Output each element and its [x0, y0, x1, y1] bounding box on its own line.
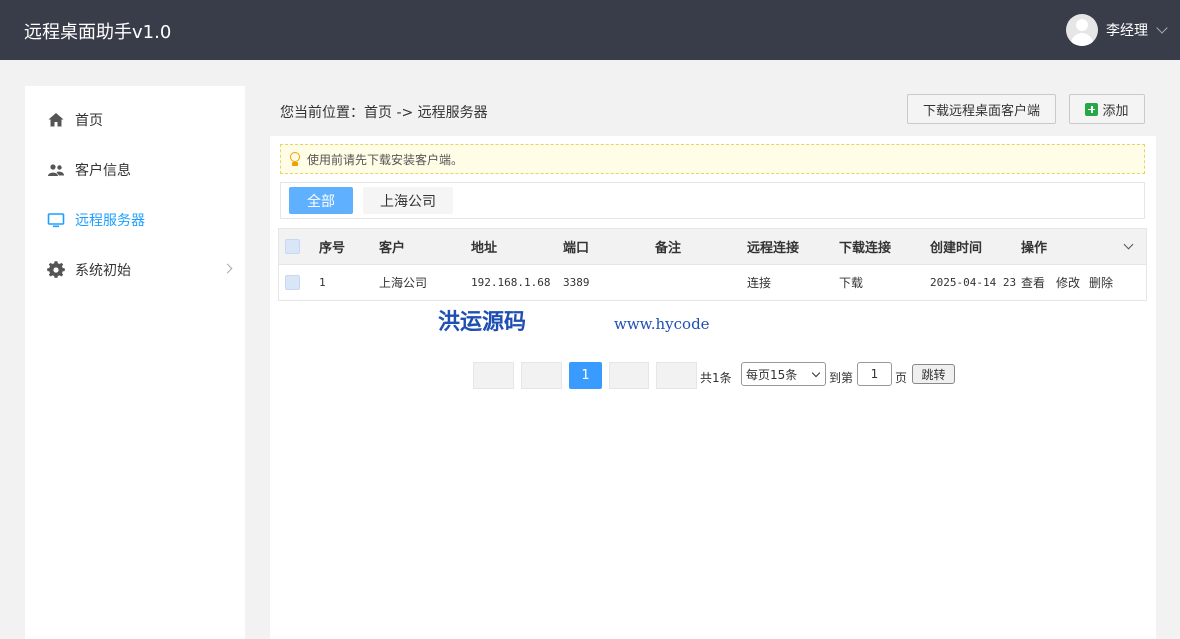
cell-address-link[interactable]: 192.168.1.68 [471, 265, 550, 300]
chevron-down-icon[interactable] [1123, 239, 1134, 250]
main-area: 您当前位置：首页 -> 远程服务器 下载远程桌面客户端 添加 使用前请先下载安装… [270, 86, 1156, 639]
monitor-icon [47, 213, 65, 228]
first-page-button[interactable] [473, 362, 514, 389]
chevron-right-icon [222, 263, 233, 274]
sidebar-item-customers[interactable]: 客户信息 [25, 145, 245, 195]
cell-index: 1 [319, 276, 326, 289]
view-link[interactable]: 查看 [1021, 265, 1045, 300]
lightbulb-icon [289, 151, 301, 167]
current-page[interactable]: 1 [569, 362, 602, 389]
column-header[interactable]: 下载连接 [839, 229, 891, 264]
column-header[interactable]: 创建时间 [930, 229, 982, 264]
download-link[interactable]: 下载 [839, 265, 863, 300]
notice-text: 使用前请先下载安装客户端。 [307, 152, 464, 167]
content-panel: 使用前请先下载安装客户端。 全部 上海公司 序号 客户 地址 端口 备注 远程连… [270, 136, 1156, 639]
user-menu[interactable]: 李经理 [1066, 14, 1168, 46]
edit-link[interactable]: 修改 [1056, 265, 1080, 300]
notice-bar: 使用前请先下载安装客户端。 [280, 144, 1145, 174]
column-header[interactable]: 客户 [379, 229, 405, 264]
row-checkbox[interactable] [285, 275, 300, 290]
watermark-text: 洪运源码 [438, 309, 527, 335]
total-count: 共1条 [700, 371, 732, 385]
cell-customer: 上海公司 [379, 276, 428, 290]
column-header[interactable]: 操作 [1021, 229, 1047, 264]
download-client-button[interactable]: 下载远程桌面客户端 [907, 94, 1056, 124]
app-title: 远程桌面助手v1.0 [24, 22, 172, 43]
column-header[interactable]: 远程连接 [747, 229, 799, 264]
sidebar-item-label: 首页 [75, 113, 103, 129]
sidebar-item-remote-servers[interactable]: 远程服务器 [25, 195, 245, 245]
column-header[interactable]: 备注 [655, 229, 681, 264]
add-button[interactable]: 添加 [1069, 94, 1145, 124]
servers-table: 序号 客户 地址 端口 备注 远程连接 下载连接 创建时间 操作 1 上海公司 … [278, 228, 1147, 301]
sidebar: 首页 客户信息 远程服务器 系统初始 [25, 86, 245, 639]
row-select-cell [285, 265, 300, 300]
prev-page-button[interactable] [521, 362, 562, 389]
watermark-url: www.hycode [614, 315, 710, 333]
sidebar-item-home[interactable]: 首页 [25, 95, 245, 145]
column-header[interactable]: 序号 [319, 229, 345, 264]
pagination: 1 共1条 每页15条 到第 1 页 跳转 [270, 360, 1156, 390]
gear-icon [47, 261, 65, 278]
sidebar-item-system-init[interactable]: 系统初始 [25, 245, 245, 295]
goto-page-input[interactable]: 1 [857, 362, 892, 386]
chevron-down-icon[interactable] [1156, 22, 1168, 34]
add-button-label: 添加 [1102, 103, 1129, 119]
avatar[interactable] [1066, 14, 1098, 46]
connect-link[interactable]: 连接 [747, 265, 771, 300]
next-page-button[interactable] [609, 362, 649, 389]
last-page-button[interactable] [656, 362, 697, 389]
sidebar-item-label: 远程服务器 [75, 213, 145, 229]
column-header[interactable]: 地址 [471, 229, 497, 264]
top-header: 远程桌面助手v1.0 李经理 [0, 0, 1180, 60]
tab-shanghai-company[interactable]: 上海公司 [363, 187, 453, 214]
delete-link[interactable]: 删除 [1089, 265, 1113, 300]
select-all-checkbox[interactable] [285, 239, 300, 254]
tab-all[interactable]: 全部 [289, 187, 353, 214]
plus-icon [1085, 102, 1099, 116]
select-all-cell [285, 229, 300, 264]
sidebar-item-label: 系统初始 [75, 263, 131, 279]
table-header: 序号 客户 地址 端口 备注 远程连接 下载连接 创建时间 操作 [279, 229, 1146, 265]
chevron-down-icon [811, 368, 821, 378]
filter-tabs: 全部 上海公司 [280, 182, 1145, 219]
goto-suffix: 页 [895, 371, 908, 385]
breadcrumb: 您当前位置：首页 -> 远程服务器 [280, 105, 488, 121]
jump-button[interactable]: 跳转 [912, 364, 955, 384]
home-icon [48, 113, 64, 127]
cell-port: 3389 [563, 276, 590, 289]
sidebar-item-label: 客户信息 [75, 163, 131, 179]
cell-created-time: 2025-04-14 23 [930, 276, 1017, 289]
goto-prefix: 到第 [829, 371, 854, 385]
user-name[interactable]: 李经理 [1106, 20, 1148, 40]
column-header[interactable]: 端口 [563, 229, 589, 264]
users-icon [48, 164, 64, 176]
table-row: 1 上海公司 192.168.1.68 3389 连接 下载 2025-04-1… [279, 265, 1146, 300]
page-size-select[interactable]: 每页15条 [741, 362, 826, 386]
